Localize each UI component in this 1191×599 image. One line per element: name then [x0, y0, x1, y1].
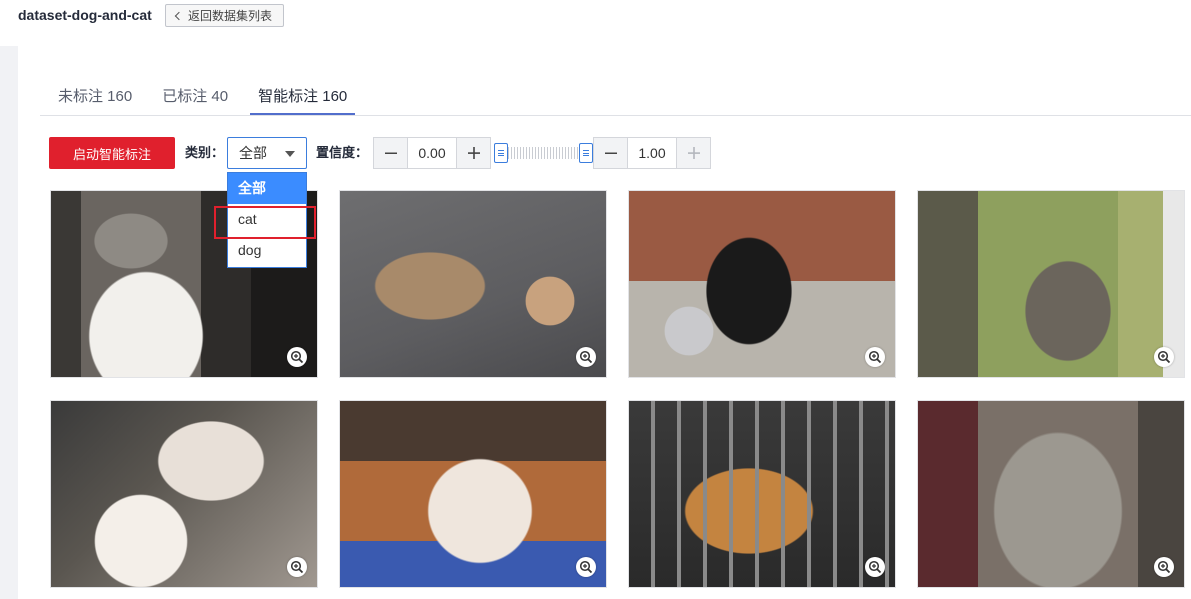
tab-labeled[interactable]: 已标注 40 [162, 86, 228, 115]
category-select[interactable]: 全部 [227, 137, 307, 169]
cat-image [629, 401, 895, 587]
confidence-min-decrement-button[interactable] [374, 138, 407, 168]
confidence-max-input[interactable]: 1.00 [627, 138, 677, 168]
image-card-cat-5[interactable] [339, 400, 607, 588]
image-card-cat-7[interactable] [917, 400, 1185, 588]
category-dropdown: 全部 cat dog [227, 172, 307, 268]
zoom-in-icon[interactable] [287, 557, 307, 577]
tab-smart-labeling[interactable]: 智能标注 160 [250, 86, 356, 115]
slider-min-handle[interactable] [494, 143, 508, 163]
image-card-cat-2[interactable] [339, 190, 607, 378]
image-card-cat-3[interactable] [917, 190, 1185, 378]
cat-image [918, 191, 1184, 377]
caret-down-icon [285, 151, 295, 157]
top-bar: dataset-dog-and-cat 返回数据集列表 [0, 0, 1191, 46]
confidence-min-stepper: 0.00 [373, 137, 491, 169]
confidence-range-slider[interactable] [494, 137, 593, 169]
category-option-dog[interactable]: dog [228, 235, 306, 266]
minus-icon [604, 152, 617, 154]
tab-unlabeled[interactable]: 未标注 160 [58, 86, 132, 115]
zoom-in-icon[interactable] [865, 557, 885, 577]
zoom-in-icon[interactable] [865, 347, 885, 367]
plus-icon [467, 147, 480, 159]
zoom-in-icon[interactable] [1154, 347, 1174, 367]
back-button-label: 返回数据集列表 [188, 9, 273, 23]
cat-image [340, 401, 606, 587]
zoom-in-icon[interactable] [576, 347, 596, 367]
cat-image [918, 401, 1184, 587]
dog-image [629, 191, 895, 377]
category-option-cat[interactable]: cat [228, 204, 306, 235]
slider-track [502, 147, 585, 159]
image-card-dog-1[interactable] [628, 190, 896, 378]
confidence-label: 置信度： [316, 145, 369, 160]
start-smart-labeling-button[interactable]: 启动智能标注 [49, 137, 175, 169]
plus-icon [687, 147, 700, 159]
slider-max-handle[interactable] [579, 143, 593, 163]
image-card-cat-4[interactable] [50, 400, 318, 588]
tabs-divider [40, 115, 1191, 116]
category-select-value: 全部 [239, 145, 267, 161]
confidence-min-increment-button[interactable] [457, 138, 490, 168]
dataset-title: dataset-dog-and-cat [18, 7, 152, 23]
category-option-all[interactable]: 全部 [228, 173, 306, 204]
chevron-left-icon [174, 11, 184, 20]
tab-bar: 未标注 160 已标注 40 智能标注 160 [58, 86, 377, 115]
zoom-in-icon[interactable] [1154, 557, 1174, 577]
minus-icon [384, 152, 397, 154]
image-card-cat-6[interactable] [628, 400, 896, 588]
confidence-max-increment-button[interactable] [677, 138, 710, 168]
confidence-max-stepper: 1.00 [593, 137, 711, 169]
zoom-in-icon[interactable] [287, 347, 307, 367]
category-label: 类别： [185, 145, 225, 160]
cat-image [340, 191, 606, 377]
cat-image [51, 401, 317, 587]
zoom-in-icon[interactable] [576, 557, 596, 577]
confidence-max-decrement-button[interactable] [594, 138, 627, 168]
confidence-min-input[interactable]: 0.00 [407, 138, 457, 168]
back-to-dataset-list-button[interactable]: 返回数据集列表 [165, 4, 284, 27]
